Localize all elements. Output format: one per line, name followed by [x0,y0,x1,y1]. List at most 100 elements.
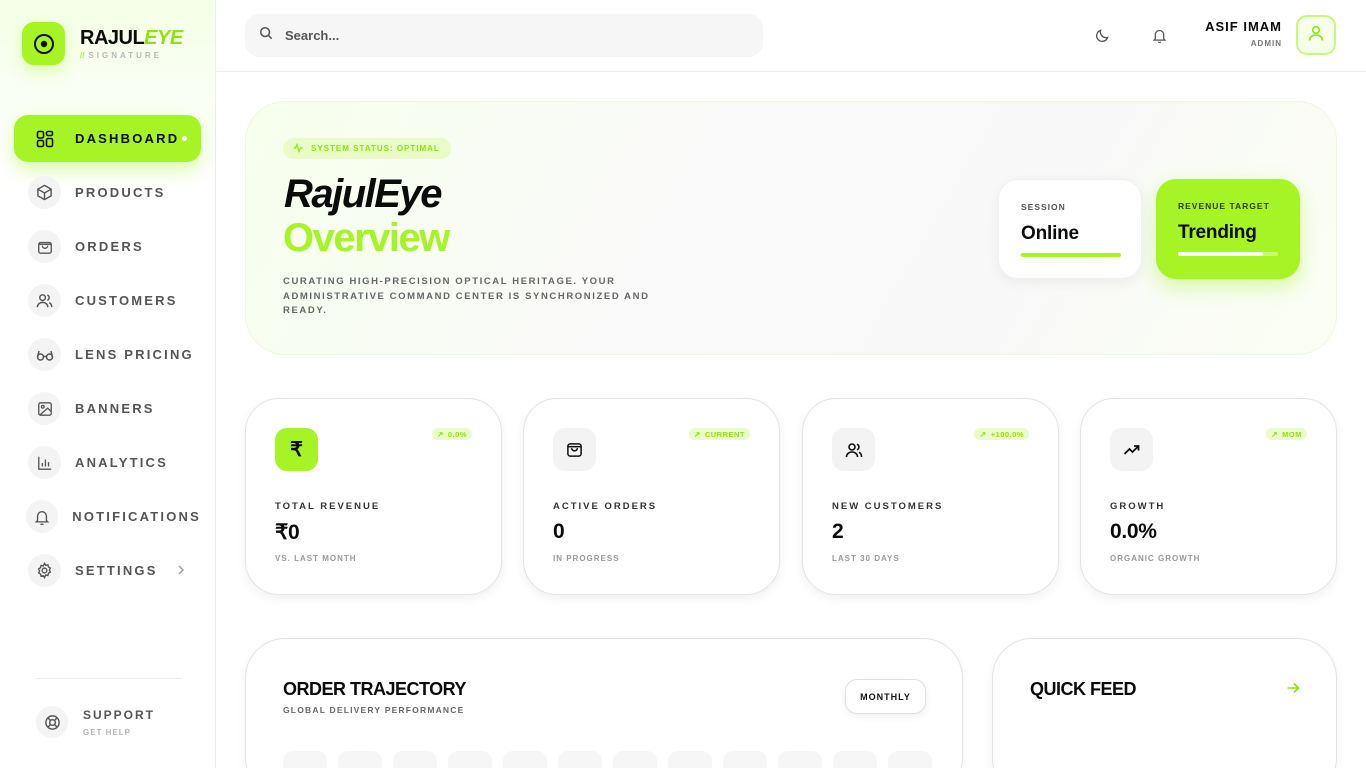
order-trajectory-panel: ORDER TRAJECTORY GLOBAL DELIVERY PERFORM… [245,638,963,768]
bell-icon[interactable] [1149,25,1169,45]
users-icon [28,284,61,317]
gear-icon [28,554,61,587]
sidebar-item-label: ORDERS [75,239,144,254]
session-label: SESSION [1021,202,1066,212]
user-icon [1307,24,1325,47]
session-value: Online [1021,223,1079,244]
stat-label: GROWTH [1110,501,1166,512]
revenue-target-card: REVENUE TARGET Trending [1156,179,1300,279]
panel-title: ORDER TRAJECTORY [283,679,467,699]
stat-value: 2 [832,520,844,543]
search-icon [259,26,273,45]
users-icon [832,428,875,471]
divider [36,678,182,679]
trending-up-icon [1110,428,1153,471]
sidebar-item-label: NOTIFICATIONS [72,509,201,524]
session-card: SESSION Online [998,179,1142,279]
sidebar-item-label: ANALYTICS [75,455,168,470]
support-title: SUPPORT [83,707,156,722]
sidebar-item-analytics[interactable]: ANALYTICS [14,439,201,486]
logo-eye-icon [22,22,65,65]
sidebar-item-notifications[interactable]: NOTIFICATIONS [14,493,201,540]
stat-sub: IN PROGRESS [553,554,620,563]
sidebar-item-orders[interactable]: ORDERS [14,223,201,270]
support-link[interactable]: SUPPORT GET HELP [36,706,155,738]
stat-label: TOTAL REVENUE [275,501,381,512]
chevron-right-icon [177,562,185,580]
user-role: ADMIN [1250,39,1282,48]
stat-badge: ↗ CURRENT [688,428,750,440]
bell-icon [26,500,59,533]
chart-bar-placeholder [778,751,822,768]
stat-card-customers[interactable]: ↗ +100.0% NEW CUSTOMERS 2 LAST 30 DAYS [802,398,1059,595]
bar-chart-icon [28,446,61,479]
arrow-right-icon[interactable] [1286,681,1300,700]
user-name: ASIF IMAM [1205,19,1282,34]
moon-icon[interactable] [1092,25,1112,45]
chart-bar-placeholder [668,751,712,768]
panel-title: QUICK FEED [1030,679,1137,699]
chart-bar-placeholder [558,751,602,768]
stat-card-revenue[interactable]: ₹ ↗ 0.0% TOTAL REVENUE ₹0 VS. LAST MONTH [245,398,502,595]
stat-sub: LAST 30 DAYS [832,554,900,563]
stat-sub: ORGANIC GROWTH [1110,554,1201,563]
stat-label: NEW CUSTOMERS [832,501,944,512]
user-info[interactable]: ASIF IMAM ADMIN [1205,19,1282,48]
rupee-icon: ₹ [275,428,318,471]
revenue-target-value: Trending [1178,222,1257,243]
period-select-button[interactable]: MONTHLY [845,679,926,714]
chart-bar-placeholder [448,751,492,768]
quick-feed-panel: QUICK FEED [992,638,1337,768]
pulse-icon [293,142,311,155]
revenue-target-label: REVENUE TARGET [1178,201,1270,211]
chart-bar-placeholder [723,751,767,768]
stat-badge: ↗ 0.0% [431,428,472,440]
bag-icon [553,428,596,471]
chart-bar-placeholder [503,751,547,768]
glasses-icon [28,338,61,371]
sidebar-item-label: BANNERS [75,401,155,416]
lifebuoy-icon [36,706,68,738]
search-bar [245,14,763,57]
image-icon [28,392,61,425]
sidebar-item-lens-pricing[interactable]: LENS PRICING [14,331,201,378]
sidebar-item-dashboard[interactable]: DASHBOARD [14,115,201,162]
status-text: SYSTEM STATUS: OPTIMAL [311,144,440,153]
stat-card-orders[interactable]: ↗ CURRENT ACTIVE ORDERS 0 IN PROGRESS [523,398,780,595]
bag-icon [28,230,61,263]
arrow-up-right-icon: ↗ [1270,429,1279,439]
stat-value: 0.0% [1110,520,1157,543]
arrow-up-right-icon: ↗ [979,429,987,439]
stat-value: ₹0 [275,521,300,544]
chart-bar-placeholder [888,751,932,768]
support-subtitle: GET HELP [83,727,132,737]
sidebar-item-label: PRODUCTS [75,185,166,200]
stat-badge: ↗ MOM [1265,428,1307,440]
sidebar-nav: DASHBOARD PRODUCTS ORDERS CUSTOMERS LENS… [14,115,201,601]
sidebar: RAJULEYE //SIGNATURE DASHBOARD PRODUCTS … [0,0,216,768]
chart-bar-placeholder [613,751,657,768]
chart-bar-placeholder [283,751,327,768]
active-dot-icon [182,136,187,141]
sidebar-item-label: CUSTOMERS [75,293,178,308]
status-badge: SYSTEM STATUS: OPTIMAL [283,138,451,159]
stat-sub: VS. LAST MONTH [275,554,357,563]
revenue-target-progress [1178,252,1278,256]
page-title-accent: Overview [283,216,450,260]
brand-name: RAJULEYE [80,26,183,49]
chart-bar-placeholder [393,751,437,768]
search-input[interactable] [285,28,725,43]
stat-badge: ↗ +100.0% [974,428,1029,440]
sidebar-item-products[interactable]: PRODUCTS [14,169,201,216]
brand-subtitle: //SIGNATURE [80,50,162,60]
stat-card-growth[interactable]: ↗ MOM GROWTH 0.0% ORGANIC GROWTH [1080,398,1337,595]
box-icon [28,176,61,209]
sidebar-item-label: SETTINGS [75,563,158,578]
avatar[interactable] [1296,15,1336,55]
sidebar-item-banners[interactable]: BANNERS [14,385,201,432]
arrow-up-right-icon: ↗ [693,429,701,439]
session-progress [1021,253,1121,257]
sidebar-item-customers[interactable]: CUSTOMERS [14,277,201,324]
sidebar-item-settings[interactable]: SETTINGS [14,547,201,594]
brand[interactable]: RAJULEYE //SIGNATURE [22,22,183,65]
